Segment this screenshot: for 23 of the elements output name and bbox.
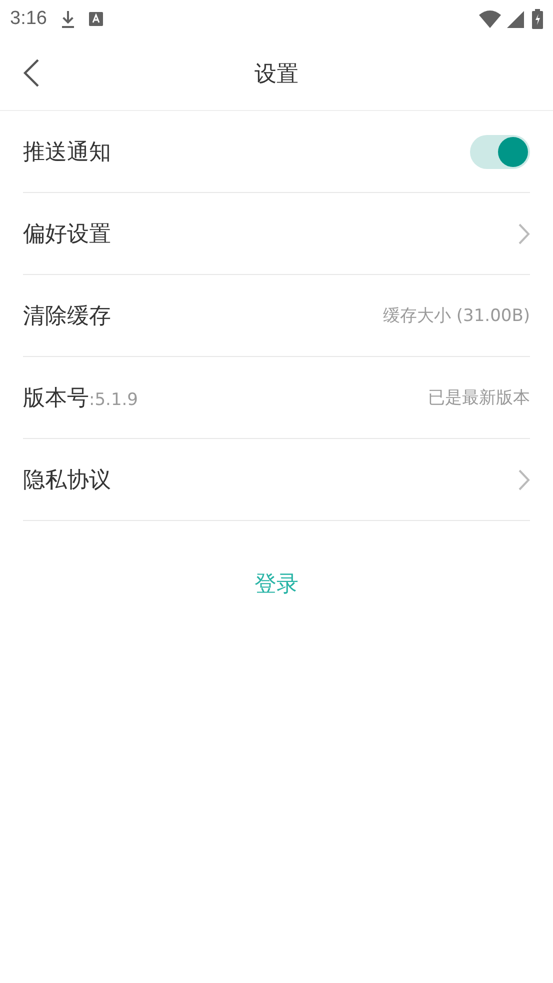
signal-icon (507, 10, 524, 28)
page-title: 设置 (254, 61, 298, 89)
row-label: 清除缓存 (23, 302, 111, 330)
row-label: 偏好设置 (23, 220, 111, 248)
toggle-switch[interactable] (470, 134, 530, 168)
settings-row[interactable]: 偏好设置 (23, 193, 530, 275)
row-label: 推送通知 (23, 138, 111, 166)
chevron-right-icon (518, 468, 530, 490)
download-icon (60, 10, 75, 28)
battery-icon (532, 9, 543, 29)
settings-row[interactable]: 隐私协议 (23, 439, 530, 521)
back-button[interactable] (22, 58, 40, 88)
settings-row[interactable]: 推送通知 (23, 111, 530, 193)
wifi-icon (479, 10, 501, 28)
row-value: 缓存大小 (31.00B) (383, 305, 530, 327)
font-icon (88, 12, 103, 26)
settings-row[interactable]: 版本号:5.1.9 已是最新版本 (23, 357, 530, 439)
row-label: 版本号:5.1.9 (23, 384, 138, 412)
row-label: 隐私协议 (23, 466, 111, 494)
row-value: 已是最新版本 (428, 387, 530, 409)
chevron-right-icon (518, 222, 530, 244)
settings-row[interactable]: 清除缓存 缓存大小 (31.00B) (23, 275, 530, 357)
status-time: 3:16 (10, 8, 47, 30)
